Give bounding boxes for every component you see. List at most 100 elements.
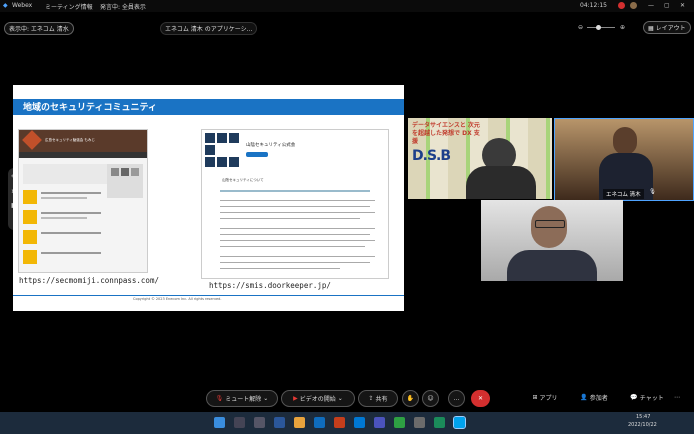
more-options-button[interactable]: ...	[448, 390, 465, 407]
edge-icon[interactable]	[314, 417, 325, 428]
event-line-2	[41, 212, 101, 214]
maximize-button[interactable]: ▢	[664, 2, 670, 9]
speaker-view-button[interactable]: 発言中: 全員表示	[100, 2, 146, 11]
participant-2-body	[507, 250, 597, 281]
zoom-thumb[interactable]	[596, 25, 601, 30]
reactions-button[interactable]: ☺	[422, 390, 439, 407]
logo-block-2	[217, 133, 227, 143]
url-left[interactable]: https://secmomiji.connpass.com/	[19, 276, 159, 285]
slide-footer-line	[13, 295, 404, 296]
avatar[interactable]	[630, 2, 637, 9]
community-site-right: 山陰セキュリティ公式会 山陰セキュリティについて	[201, 129, 389, 279]
start-video-button[interactable]: ▶ ビデオの開始 ⌄	[281, 390, 355, 407]
zoom-track	[587, 27, 615, 28]
viewing-label[interactable]: 表示中: エネコム 清水	[4, 22, 74, 35]
member-avatar-2	[121, 168, 129, 176]
hand-icon: ✋	[406, 395, 415, 402]
logo-block-5	[205, 157, 215, 167]
leave-meeting-button[interactable]: ✕	[471, 390, 490, 407]
event-line-4	[41, 252, 101, 254]
event-thumb-4	[23, 250, 37, 264]
apps-button[interactable]: ⊞ アプリ	[528, 390, 562, 405]
host-name-badge: エネコム 清木	[603, 189, 644, 199]
community-site-left: 広島セキュリティ勉強会 もみじ	[18, 129, 148, 273]
app-icon-teal[interactable]	[434, 417, 445, 428]
body-line-3	[220, 212, 375, 213]
app-icon-green[interactable]	[394, 417, 405, 428]
site-right-subtitle: 山陰セキュリティについて	[222, 178, 264, 182]
logo-block-1	[205, 133, 215, 143]
site-left-nav	[19, 152, 147, 158]
chat-icon: 💬	[630, 394, 638, 401]
body-line-10	[220, 262, 370, 263]
mic-off-icon: 🎙	[215, 395, 224, 402]
video-tile-participant-1[interactable]: データサイエンスと 次元を超越した発想で DX 支援 D.S.B	[408, 118, 552, 199]
close-button[interactable]: ✕	[680, 2, 685, 9]
mute-button[interactable]: 🎙 ミュート解除 ⌄	[206, 390, 278, 407]
more-panels-button[interactable]: ⋯	[670, 390, 684, 405]
participant-body	[466, 166, 536, 199]
end-call-icon: ✕	[477, 395, 484, 402]
host-head	[613, 127, 637, 155]
body-line-11	[220, 268, 340, 269]
start-icon[interactable]	[214, 417, 225, 428]
raise-hand-button[interactable]: ✋	[402, 390, 419, 407]
logo-block-7	[229, 157, 239, 167]
site-right-tabs	[220, 190, 370, 192]
chevron-down-icon[interactable]: ⌄	[263, 395, 268, 402]
layout-icon: ▦	[648, 25, 654, 32]
slide-title: 地域のセキュリティコミュニティ	[23, 103, 157, 113]
event-thumb-2	[23, 210, 37, 224]
apps-icon: ⊞	[532, 394, 538, 401]
body-line-1	[220, 200, 375, 201]
banner-text: データサイエンスと 次元を超越した発想で DX 支援	[412, 122, 480, 145]
body-line-5	[220, 228, 375, 229]
taskbar-date: 2022/10/22	[628, 422, 657, 428]
webex-taskbar-icon[interactable]	[453, 416, 466, 429]
member-avatar-3	[131, 168, 139, 176]
event-thumb-1	[23, 190, 37, 204]
camera-off-icon: ▶	[293, 395, 298, 402]
video-tile-participant-2[interactable]	[481, 200, 623, 281]
teams-icon[interactable]	[374, 417, 385, 428]
word-icon[interactable]	[274, 417, 285, 428]
minimize-button[interactable]: —	[648, 2, 654, 9]
banner-brand: D.S.B	[412, 148, 451, 164]
sharing-label: エネコム 清木 のアプリケーシ...	[160, 22, 258, 35]
task-view-icon[interactable]	[254, 417, 265, 428]
share-button[interactable]: ⇪ 共有	[358, 390, 398, 407]
glasses-icon	[535, 220, 565, 228]
body-line-9	[220, 256, 375, 257]
zoom-out-icon[interactable]: ⊖	[578, 24, 583, 31]
windows-taskbar	[0, 412, 694, 434]
search-icon[interactable]	[234, 417, 245, 428]
share-icon: ⇪	[368, 395, 374, 402]
host-mic-icon: 🎙	[649, 189, 656, 195]
layout-button[interactable]: ▦ レイアウト	[643, 21, 691, 34]
body-line-4	[220, 218, 360, 219]
recording-indicator	[618, 2, 625, 9]
video-tile-host[interactable]: エネコム 清木 🎙	[554, 118, 694, 201]
file-explorer-icon[interactable]	[294, 417, 305, 428]
zoom-in-icon[interactable]: ⊕	[620, 24, 625, 31]
follow-button[interactable]	[246, 152, 268, 157]
body-line-2	[220, 206, 370, 207]
participants-icon: 👤	[580, 394, 588, 401]
slide-footer-text: Copyright © 2023 Enecom Inc. All rights …	[133, 297, 222, 301]
shared-slide: 地域のセキュリティコミュニティ 広島セキュリティ勉強会 もみじ https://…	[13, 85, 404, 311]
smile-icon: ☺	[427, 395, 434, 402]
participants-button[interactable]: 👤 参加者	[574, 390, 614, 405]
logo-block-4	[205, 145, 215, 155]
app-icon-gray[interactable]	[414, 417, 425, 428]
chevron-down-icon[interactable]: ⌄	[338, 395, 343, 402]
zoom-slider[interactable]: ⊖ ⊕	[578, 24, 628, 31]
chat-button[interactable]: 💬 チャット	[626, 390, 668, 405]
logo-block-3	[229, 133, 239, 143]
site-left-title: 広島セキュリティ勉強会 もみじ	[45, 138, 95, 142]
url-right[interactable]: https://smis.doorkeeper.jp/	[209, 281, 331, 290]
powerpoint-icon[interactable]	[334, 417, 345, 428]
outlook-icon[interactable]	[354, 417, 365, 428]
member-avatar-1	[111, 168, 119, 176]
meeting-info-button[interactable]: ミーティング情報	[45, 2, 93, 11]
taskbar-time: 15:47	[636, 414, 651, 420]
